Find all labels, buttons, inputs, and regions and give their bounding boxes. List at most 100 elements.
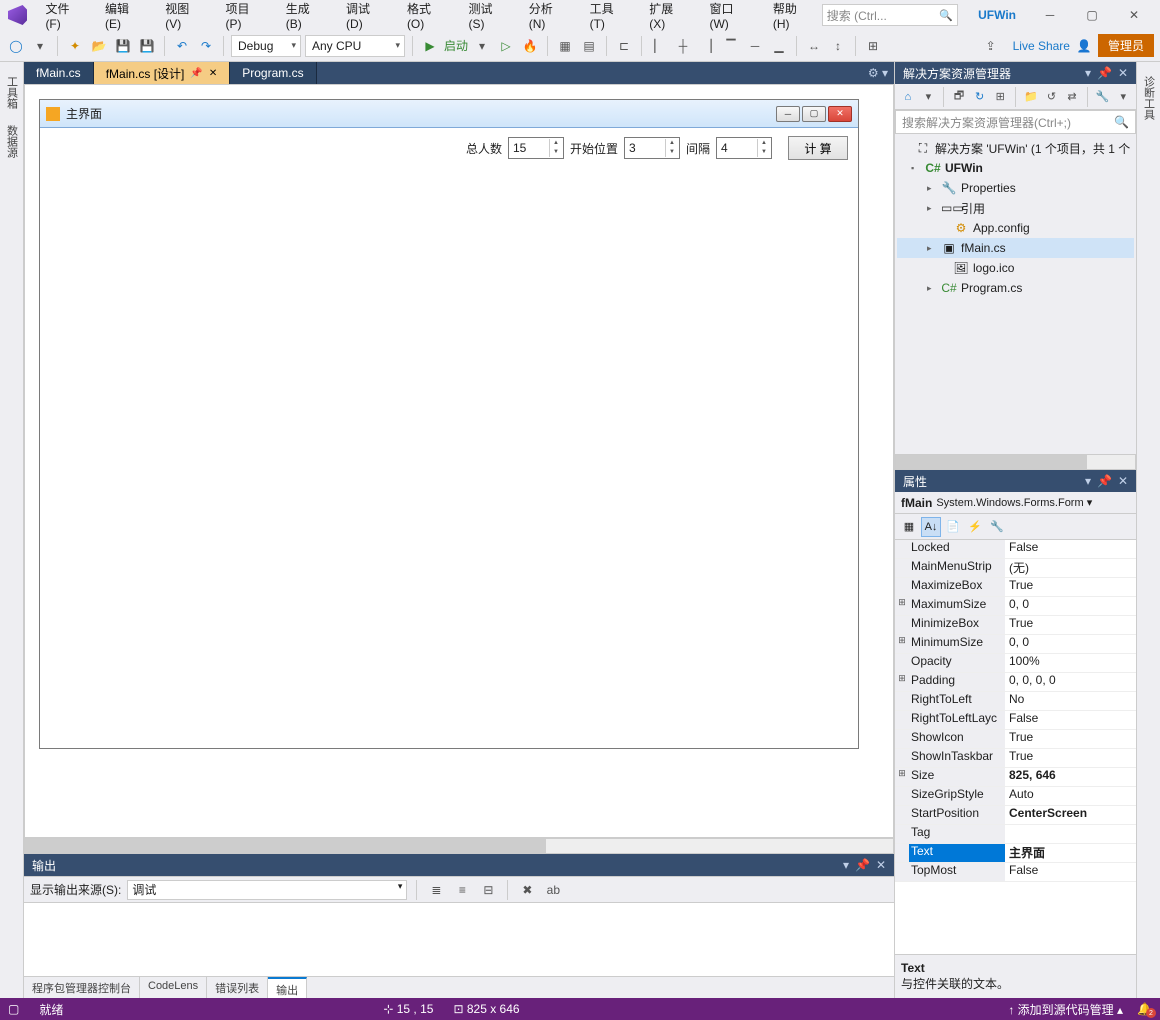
- prop-value[interactable]: No: [1005, 692, 1136, 710]
- designer-hscroll[interactable]: [24, 838, 894, 854]
- menu-edit[interactable]: 编辑(E): [95, 0, 153, 35]
- sidetab-toolbox[interactable]: 工具箱: [1, 68, 23, 117]
- prop-row-startposition[interactable]: StartPositionCenterScreen: [895, 806, 1136, 825]
- prop-value[interactable]: 100%: [1005, 654, 1136, 672]
- gap-spinner[interactable]: 4: [716, 137, 772, 159]
- maximize-button[interactable]: ▢: [1074, 3, 1110, 27]
- platform-combo[interactable]: Any CPU: [305, 35, 405, 57]
- prop-value[interactable]: (无): [1005, 559, 1136, 577]
- prop-row-righttoleftlayc[interactable]: RightToLeftLaycFalse: [895, 711, 1136, 730]
- prop-value[interactable]: True: [1005, 578, 1136, 596]
- liveshare-button[interactable]: Live Share: [1013, 39, 1070, 53]
- se-btn-2[interactable]: ▾: [920, 88, 938, 106]
- form-maximize-button[interactable]: ▢: [802, 106, 826, 122]
- dropdown-icon[interactable]: ▾: [1085, 66, 1091, 80]
- tree-references[interactable]: ▸▭▭引用: [897, 198, 1134, 218]
- menu-analyze[interactable]: 分析(N): [519, 0, 578, 35]
- align-left[interactable]: ▏: [649, 36, 669, 56]
- expand-icon[interactable]: [895, 844, 909, 862]
- open-button[interactable]: 📂: [89, 36, 109, 56]
- menu-help[interactable]: 帮助(H): [763, 0, 822, 35]
- tab-fmain-cs[interactable]: fMain.cs: [24, 62, 94, 84]
- btab-codelens[interactable]: CodeLens: [140, 977, 207, 998]
- expand-icon[interactable]: [895, 616, 909, 634]
- start-button[interactable]: 启动: [444, 37, 468, 54]
- output-clear-icon[interactable]: ≣: [426, 880, 446, 900]
- prop-row-locked[interactable]: LockedFalse: [895, 540, 1136, 559]
- solution-tree[interactable]: ⛶解决方案 'UFWin' (1 个项目，共 1 个 ▪C#UFWin ▸🔧Pr…: [895, 134, 1136, 454]
- tree-appconfig[interactable]: ⚙App.config: [897, 218, 1134, 238]
- close-icon[interactable]: ✕: [209, 68, 217, 79]
- expand-icon[interactable]: [895, 711, 909, 729]
- prop-value[interactable]: Auto: [1005, 787, 1136, 805]
- prop-row-minimumsize[interactable]: ⊞MinimumSize0, 0: [895, 635, 1136, 654]
- prop-value[interactable]: False: [1005, 863, 1136, 881]
- output-find-icon[interactable]: ⊟: [478, 880, 498, 900]
- tree-properties[interactable]: ▸🔧Properties: [897, 178, 1134, 198]
- menu-extensions[interactable]: 扩展(X): [639, 0, 697, 35]
- pin-icon[interactable]: 📌: [855, 858, 870, 872]
- status-scm[interactable]: ↑ 添加到源代码管理 ▴: [1008, 1001, 1123, 1018]
- expand-icon[interactable]: [895, 730, 909, 748]
- align-right[interactable]: ▕: [697, 36, 717, 56]
- props-alphabetical-icon[interactable]: A↓: [921, 517, 941, 537]
- btab-errors[interactable]: 错误列表: [207, 977, 268, 998]
- prop-value[interactable]: 825, 646: [1005, 768, 1136, 786]
- liveshare-icon[interactable]: ⇪: [981, 36, 1001, 56]
- prop-row-minimizebox[interactable]: MinimizeBoxTrue: [895, 616, 1136, 635]
- layout-btn-1[interactable]: ▦: [555, 36, 575, 56]
- tab-fmain-designer[interactable]: fMain.cs [设计]📌✕: [94, 62, 231, 84]
- prop-row-maximizebox[interactable]: MaximizeBoxTrue: [895, 578, 1136, 597]
- start-dropdown[interactable]: ▾: [472, 36, 492, 56]
- config-combo[interactable]: Debug: [231, 35, 301, 57]
- form-minimize-button[interactable]: ─: [776, 106, 800, 122]
- pin-icon[interactable]: 📌: [1097, 474, 1112, 488]
- props-object-combo[interactable]: fMainfMain System.Windows.Forms.FormSyst…: [895, 492, 1136, 514]
- prop-row-tag[interactable]: Tag: [895, 825, 1136, 844]
- menu-view[interactable]: 视图(V): [155, 0, 213, 35]
- btab-output[interactable]: 输出: [268, 977, 307, 998]
- sidetab-datasource[interactable]: 数据源: [1, 117, 23, 166]
- close-icon[interactable]: ✕: [876, 858, 886, 872]
- hot-reload-icon[interactable]: 🔥: [520, 36, 540, 56]
- spacing-h[interactable]: ↔: [804, 36, 824, 56]
- prop-value[interactable]: True: [1005, 616, 1136, 634]
- start-without-debug[interactable]: ▷: [496, 36, 516, 56]
- align-btn-1[interactable]: ⊏: [614, 36, 634, 56]
- prop-row-topmost[interactable]: TopMostFalse: [895, 863, 1136, 882]
- layout-btn-2[interactable]: ▤: [579, 36, 599, 56]
- output-toggle-icon[interactable]: ✖: [517, 880, 537, 900]
- save-all-button[interactable]: 💾: [137, 36, 157, 56]
- props-messages-icon[interactable]: 🔧: [987, 517, 1007, 537]
- prop-row-showicon[interactable]: ShowIconTrue: [895, 730, 1136, 749]
- close-button[interactable]: ✕: [1116, 3, 1152, 27]
- props-events-icon[interactable]: ⚡: [965, 517, 985, 537]
- expand-icon[interactable]: [895, 654, 909, 672]
- se-home-icon[interactable]: ⌂: [899, 88, 917, 106]
- close-icon[interactable]: ✕: [1118, 474, 1128, 488]
- se-btn-5[interactable]: ⊞: [991, 88, 1009, 106]
- prop-value[interactable]: CenterScreen: [1005, 806, 1136, 824]
- forward-button[interactable]: ▾: [30, 36, 50, 56]
- expand-icon[interactable]: ⊞: [895, 635, 909, 653]
- menu-tools[interactable]: 工具(T): [580, 0, 638, 35]
- output-source-combo[interactable]: 调试: [127, 880, 407, 900]
- calculate-button[interactable]: 计 算: [788, 136, 848, 160]
- tree-fmain[interactable]: ▸▣fMain.cs: [897, 238, 1134, 258]
- prop-row-size[interactable]: ⊞Size825, 646: [895, 768, 1136, 787]
- pin-icon[interactable]: 📌: [190, 68, 202, 79]
- expand-icon[interactable]: ⊞: [895, 673, 909, 691]
- prop-row-mainmenustrip[interactable]: MainMenuStrip(无): [895, 559, 1136, 578]
- se-btn-8[interactable]: ⇄: [1063, 88, 1081, 106]
- props-props-icon[interactable]: 📄: [943, 517, 963, 537]
- align-bottom[interactable]: ▁: [769, 36, 789, 56]
- align-top[interactable]: ▔: [721, 36, 741, 56]
- menu-file[interactable]: 文件(F): [35, 0, 93, 35]
- expand-icon[interactable]: [895, 749, 909, 767]
- dropdown-icon[interactable]: ▾: [843, 858, 849, 872]
- form-close-button[interactable]: ✕: [828, 106, 852, 122]
- expand-icon[interactable]: [895, 540, 909, 558]
- close-icon[interactable]: ✕: [1118, 66, 1128, 80]
- prop-value[interactable]: 主界面: [1005, 844, 1136, 862]
- expand-icon[interactable]: [895, 787, 909, 805]
